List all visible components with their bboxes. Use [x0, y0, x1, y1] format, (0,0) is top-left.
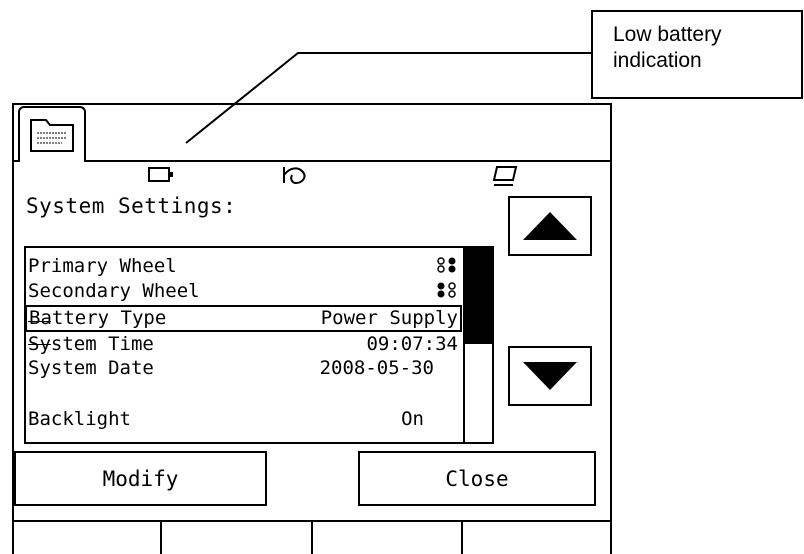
- softkey-separator: [311, 520, 313, 554]
- wheel-status-icon: [437, 257, 456, 273]
- list-item[interactable]: Backlight On: [28, 408, 462, 431]
- row-value: 09:07:34: [366, 333, 458, 355]
- service-icon: [283, 167, 306, 185]
- scroll-up-button[interactable]: [508, 196, 592, 256]
- softkey-separator: [461, 520, 463, 554]
- row-label: Secondary Wheel: [28, 280, 200, 302]
- row-label: Battery Type: [29, 307, 167, 329]
- list-item[interactable]: Secondary Wheel: [28, 280, 462, 303]
- list-item[interactable]: System Date 2008-05-30: [28, 357, 462, 380]
- display-icon: [492, 166, 518, 186]
- battery-icon: [148, 167, 173, 182]
- folder-icon: [30, 119, 74, 152]
- row-label: Backlight: [28, 408, 131, 430]
- menu-tab[interactable]: [18, 106, 86, 162]
- header-divider: [12, 160, 612, 162]
- row-value: 2008-05-30: [319, 357, 434, 379]
- page-title: System Settings:: [26, 194, 237, 218]
- list-item[interactable]: System Time 09:07:34: [28, 333, 462, 356]
- list-item-selected[interactable]: Battery Type Power Supply: [25, 305, 462, 332]
- modify-button[interactable]: Modify: [14, 451, 267, 506]
- row-label: Primary Wheel: [28, 255, 177, 277]
- row-value: Power Supply: [320, 307, 458, 329]
- row-label: System Time: [28, 333, 154, 355]
- row-value: On: [401, 408, 424, 430]
- scrollbar-thumb[interactable]: [463, 246, 494, 344]
- arrow-up-icon: [523, 212, 577, 240]
- close-button[interactable]: Close: [358, 451, 596, 506]
- scroll-down-button[interactable]: [508, 346, 592, 406]
- wheel-status-icon: [437, 282, 456, 298]
- arrow-down-icon: [523, 362, 577, 390]
- row-label: System Date: [28, 357, 154, 379]
- softkey-separator: [160, 520, 162, 554]
- list-item[interactable]: Primary Wheel: [28, 255, 462, 278]
